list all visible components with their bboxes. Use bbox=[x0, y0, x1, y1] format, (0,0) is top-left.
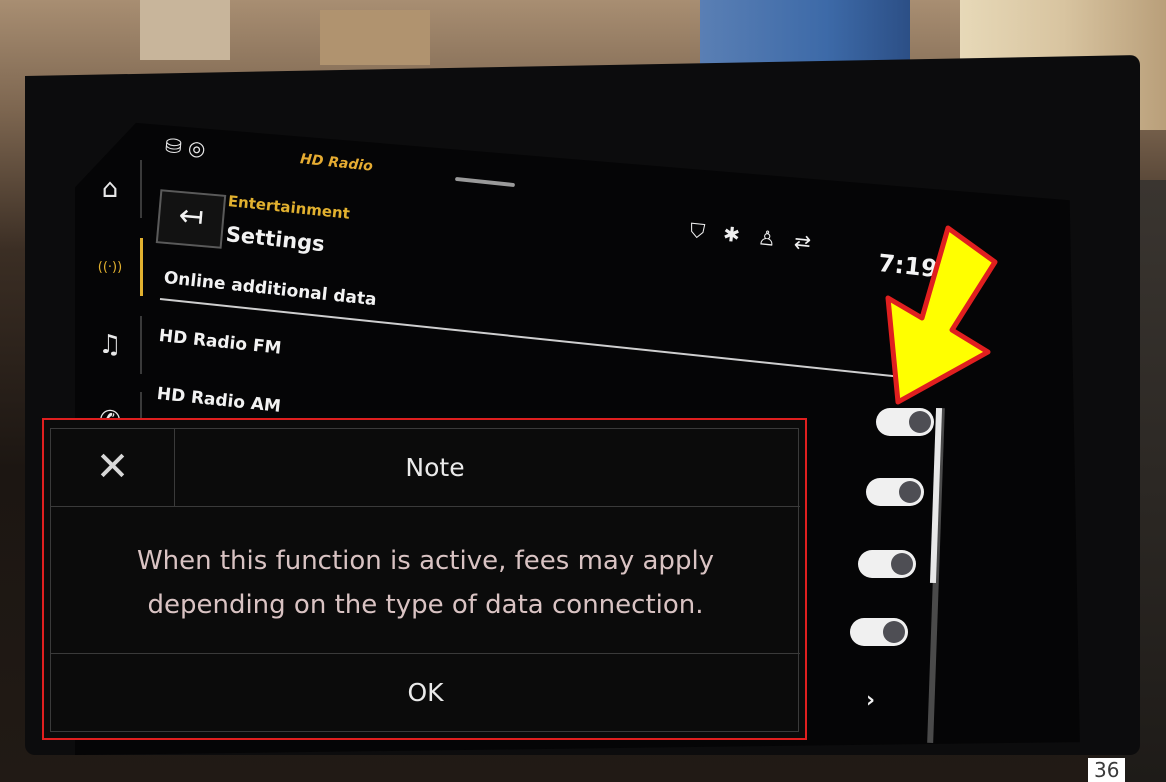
note-dialog: ✕ Note When this function is active, fee… bbox=[42, 418, 807, 740]
connected-services-icon: ⛁ bbox=[164, 133, 183, 159]
globe-icon: ◎ bbox=[187, 135, 207, 161]
dialog-message-line: depending on the type of data connection… bbox=[147, 590, 704, 620]
toggle-knob bbox=[899, 481, 921, 503]
dialog-message-line: When this function is active, fees may a… bbox=[136, 546, 715, 576]
background-box bbox=[320, 10, 430, 65]
toggle-switch[interactable] bbox=[858, 550, 916, 578]
dialog-title: Note bbox=[405, 453, 465, 482]
dialog-footer: OK bbox=[51, 653, 800, 733]
home-icon: ⌂ bbox=[101, 174, 119, 204]
dialog-panel: ✕ Note When this function is active, fee… bbox=[50, 428, 800, 733]
chevron-right-icon[interactable]: › bbox=[866, 688, 875, 713]
dialog-message: When this function is active, fees may a… bbox=[51, 539, 800, 627]
top-status-icons: ⛁ ◎ bbox=[164, 133, 207, 160]
back-button[interactable]: ↤ bbox=[155, 189, 227, 249]
close-button[interactable]: ✕ bbox=[51, 429, 175, 507]
background-box bbox=[140, 0, 230, 60]
bluetooth-icon: ✱ bbox=[721, 221, 742, 248]
close-icon: ✕ bbox=[95, 444, 130, 490]
toggle-knob bbox=[891, 553, 913, 575]
toggle-switch[interactable] bbox=[866, 478, 924, 506]
data-transfer-icon: ⇄ bbox=[792, 229, 813, 255]
toggle-switch[interactable] bbox=[850, 618, 908, 646]
ok-button[interactable]: OK bbox=[51, 654, 800, 732]
page-number: 36 bbox=[1088, 758, 1126, 782]
nav-radio[interactable]: ((·)) bbox=[80, 238, 143, 296]
radio-icon: ((·)) bbox=[97, 259, 123, 275]
nav-home[interactable]: ⌂ bbox=[80, 160, 142, 218]
user-profile-icon: ♙ bbox=[756, 225, 778, 251]
arrow-shape bbox=[885, 225, 998, 405]
connected-services-icon: ⛉ bbox=[688, 218, 707, 244]
back-arrow-icon: ↤ bbox=[177, 197, 206, 236]
side-navigation: ⌂ ((·)) ♫ ✆ bbox=[80, 160, 143, 460]
dialog-title-bar: Note bbox=[175, 429, 800, 507]
music-icon: ♫ bbox=[98, 330, 122, 360]
nav-music[interactable]: ♫ bbox=[80, 316, 142, 374]
annotation-arrow bbox=[885, 225, 998, 405]
toggle-knob bbox=[883, 621, 905, 643]
